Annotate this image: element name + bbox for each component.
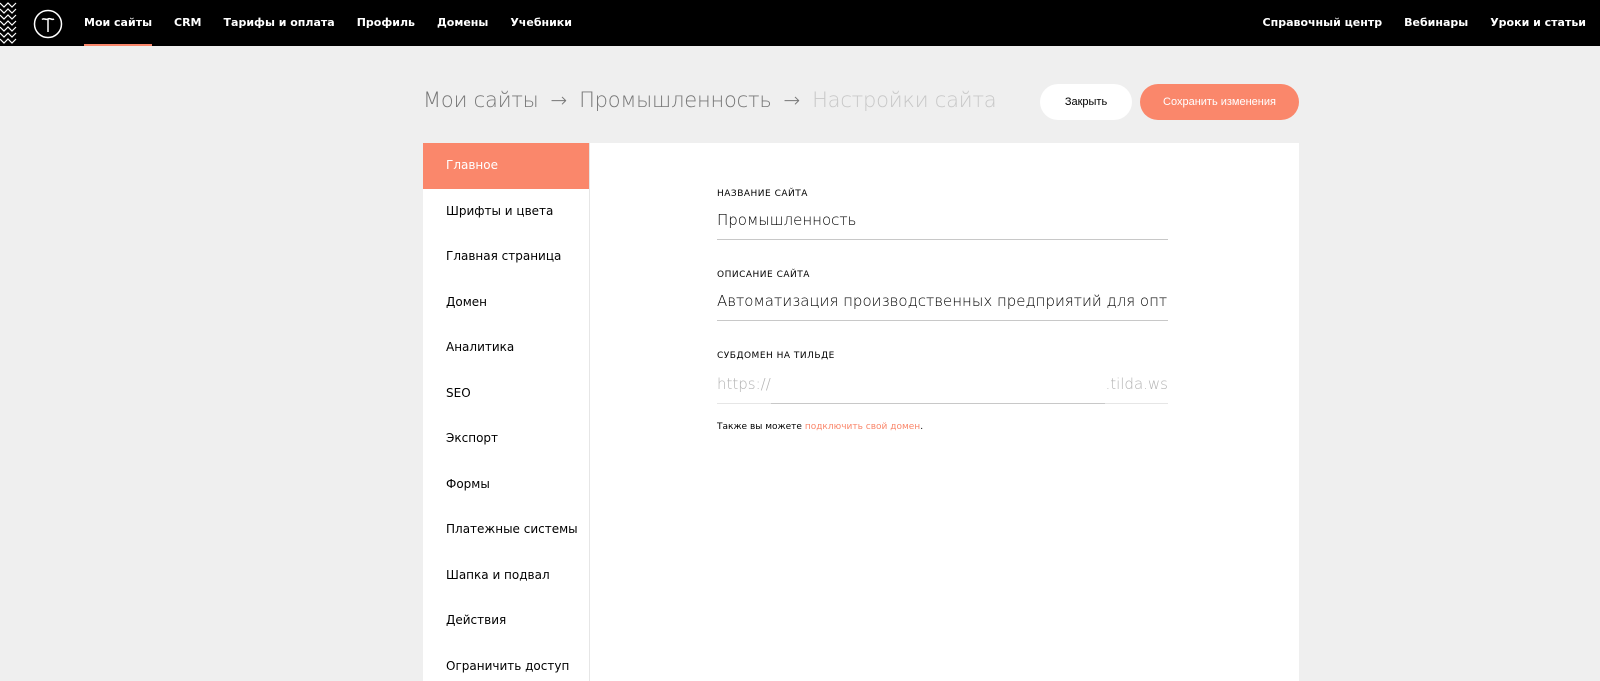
nav-my-sites[interactable]: Мои сайты bbox=[84, 0, 153, 46]
breadcrumb-arrow-icon: → bbox=[550, 88, 568, 112]
decorative-pattern-icon bbox=[0, 2, 17, 44]
sidebar-item-domain[interactable]: Домен bbox=[423, 280, 589, 326]
nav-help-center[interactable]: Справочный центр bbox=[1263, 0, 1383, 46]
subdomain-input[interactable] bbox=[770, 365, 1106, 404]
site-description-label: Описание сайта bbox=[717, 270, 810, 280]
hint-end: . bbox=[920, 422, 924, 432]
breadcrumb: Мои сайты → Промышленность → Настройки с… bbox=[423, 88, 997, 112]
domain-hint: Также вы можете подключить свой домен. bbox=[717, 422, 1168, 432]
sidebar-item-payment-systems[interactable]: Платежные системы bbox=[423, 507, 589, 553]
secondary-nav: Справочный центр Вебинары Уроки и статьи bbox=[1241, 0, 1586, 46]
sidebar-item-actions[interactable]: Действия bbox=[423, 598, 589, 644]
hint-text: Также вы можете bbox=[717, 422, 805, 432]
connect-domain-link[interactable]: подключить свой домен bbox=[805, 422, 920, 432]
subdomain-label: Субдомен на тильде bbox=[717, 351, 835, 361]
sidebar-item-export[interactable]: Экспорт bbox=[423, 416, 589, 462]
top-navigation-bar: Мои сайты CRM Тарифы и оплата Профиль До… bbox=[0, 0, 1600, 46]
breadcrumb-arrow-icon: → bbox=[783, 88, 801, 112]
nav-crm[interactable]: CRM bbox=[174, 0, 202, 46]
sidebar-item-forms[interactable]: Формы bbox=[423, 462, 589, 508]
sidebar-item-analytics[interactable]: Аналитика bbox=[423, 325, 589, 371]
close-button[interactable]: Закрыть bbox=[1040, 84, 1132, 120]
subdomain-prefix: https:// bbox=[717, 367, 771, 404]
site-name-input[interactable] bbox=[717, 203, 1168, 240]
breadcrumb-my-sites[interactable]: Мои сайты bbox=[423, 88, 539, 112]
breadcrumb-current: Настройки сайта bbox=[812, 88, 997, 112]
nav-lessons[interactable]: Уроки и статьи bbox=[1490, 0, 1586, 46]
site-description-input[interactable] bbox=[717, 284, 1168, 321]
nav-domains[interactable]: Домены bbox=[437, 0, 488, 46]
main-settings-form: Название сайта Описание сайта Субдомен н… bbox=[717, 189, 1168, 432]
tilda-logo-icon[interactable] bbox=[33, 9, 63, 39]
settings-sidebar: Главное Шрифты и цвета Главная страница … bbox=[423, 143, 590, 681]
sidebar-item-main[interactable]: Главное bbox=[423, 143, 589, 189]
site-name-field-group: Название сайта bbox=[717, 189, 1168, 240]
sidebar-item-restrict-access[interactable]: Ограничить доступ bbox=[423, 644, 589, 681]
save-changes-button[interactable]: Сохранить изменения bbox=[1140, 84, 1299, 120]
nav-tariffs[interactable]: Тарифы и оплата bbox=[224, 0, 335, 46]
subdomain-suffix: .tilda.ws bbox=[1105, 367, 1168, 404]
nav-tutorials[interactable]: Учебники bbox=[510, 0, 572, 46]
site-description-field-group: Описание сайта bbox=[717, 270, 1168, 321]
sidebar-item-header-footer[interactable]: Шапка и подвал bbox=[423, 553, 589, 599]
subdomain-row: https:// .tilda.ws bbox=[717, 365, 1168, 404]
nav-profile[interactable]: Профиль bbox=[357, 0, 415, 46]
breadcrumb-project[interactable]: Промышленность bbox=[579, 88, 772, 112]
sidebar-item-fonts-colors[interactable]: Шрифты и цвета bbox=[423, 189, 589, 235]
main-nav: Мои сайты CRM Тарифы и оплата Профиль До… bbox=[84, 0, 594, 46]
sidebar-item-home-page[interactable]: Главная страница bbox=[423, 234, 589, 280]
nav-webinars[interactable]: Вебинары bbox=[1404, 0, 1468, 46]
subdomain-field-group: Субдомен на тильде https:// .tilda.ws bbox=[717, 351, 1168, 404]
settings-panel: Главное Шрифты и цвета Главная страница … bbox=[423, 143, 1299, 681]
site-name-label: Название сайта bbox=[717, 189, 808, 199]
sidebar-item-seo[interactable]: SEO bbox=[423, 371, 589, 417]
